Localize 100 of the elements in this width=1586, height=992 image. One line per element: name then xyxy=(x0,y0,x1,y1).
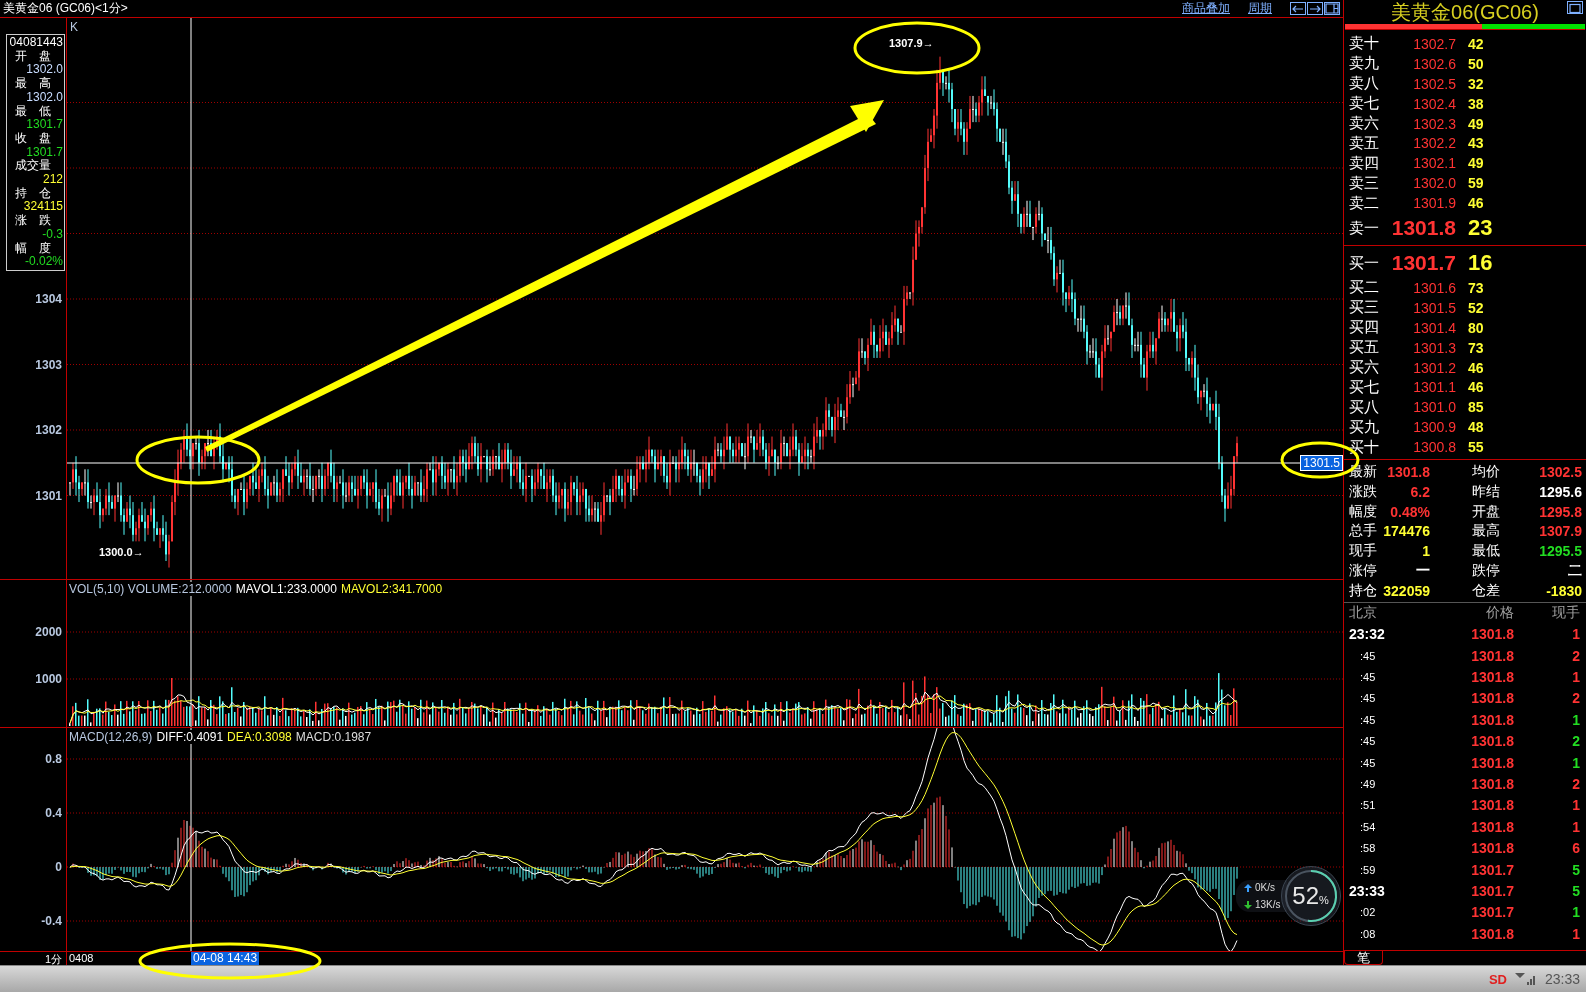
order-price: 1302.2 xyxy=(1412,135,1456,152)
column-header: 北京 xyxy=(1348,604,1378,623)
order-price: 1302.3 xyxy=(1412,115,1456,132)
stat-label: 持仓 xyxy=(1348,580,1378,600)
order-level-label: 买四 xyxy=(1348,318,1380,338)
field-value: 1302.0 xyxy=(25,90,64,105)
trade-price: 1301.8 xyxy=(1470,925,1514,942)
stat-label: 仓差 xyxy=(1471,580,1501,600)
right-arrow-icon xyxy=(1308,3,1322,14)
order-price: 1302.6 xyxy=(1412,55,1456,72)
order-volume: 16 xyxy=(1467,250,1494,276)
order-level-label: 卖五 xyxy=(1348,133,1380,153)
left-arrow-button[interactable] xyxy=(1290,2,1306,15)
axis-label: 1302 xyxy=(35,423,62,437)
field-value: 324115 xyxy=(22,200,64,214)
trade-time: :45 xyxy=(1359,735,1377,748)
stat-value: 0.48% xyxy=(1389,502,1430,522)
order-level-label: 买一 xyxy=(1348,253,1380,273)
field-label: 开 盘 xyxy=(14,49,52,64)
trade-price: 1301.7 xyxy=(1470,904,1514,921)
stat-label: 均价 xyxy=(1471,462,1501,481)
signal-icon xyxy=(1514,973,1537,985)
order-price: 1301.1 xyxy=(1412,379,1456,396)
order-level-label: 买八 xyxy=(1348,397,1380,417)
order-price: 1301.5 xyxy=(1412,299,1456,316)
field-label: 持 仓 xyxy=(14,186,52,201)
order-volume: 43 xyxy=(1467,135,1485,152)
stat-value: 1307.9 xyxy=(1538,522,1583,542)
stat-label: 涨停 xyxy=(1348,561,1378,580)
usage-percent: 52 xyxy=(1292,882,1320,910)
stat-label: 开盘 xyxy=(1471,501,1501,521)
toolbar-link[interactable]: 周期 xyxy=(1248,0,1272,17)
legend-text: MAVOL1:233.0000 xyxy=(235,582,337,596)
percent-sign: % xyxy=(1319,894,1329,906)
trade-time: :45 xyxy=(1359,713,1377,726)
clock-text: 23:33 xyxy=(1544,971,1580,987)
order-volume: 49 xyxy=(1467,155,1485,172)
order-level-label: 卖七 xyxy=(1348,94,1380,114)
order-price: 1302.4 xyxy=(1412,95,1456,112)
order-price: 1301.3 xyxy=(1412,339,1456,356)
trade-volume: 1 xyxy=(1571,669,1581,686)
order-level-label: 卖六 xyxy=(1348,114,1380,133)
upload-speed: 0K/s xyxy=(1255,882,1275,893)
download-speed: 13K/s xyxy=(1255,899,1281,910)
stat-value: -1830 xyxy=(1545,581,1583,601)
field-label: 幅 度 xyxy=(14,241,52,256)
order-level-label: 卖二 xyxy=(1348,193,1380,213)
trade-price: 1301.8 xyxy=(1470,776,1514,793)
trade-price: 1301.8 xyxy=(1470,754,1514,771)
cursor-price-label: 1301.5 xyxy=(1300,455,1343,471)
trade-volume: 1 xyxy=(1571,754,1581,771)
trade-time: :45 xyxy=(1359,671,1377,684)
trade-volume: 1 xyxy=(1571,904,1581,921)
trade-time: :49 xyxy=(1359,778,1377,791)
order-level-label: 买九 xyxy=(1348,417,1380,437)
order-level-label: 买三 xyxy=(1348,298,1380,318)
trade-time: :59 xyxy=(1359,863,1377,876)
axis-label: 0.8 xyxy=(45,752,62,766)
instrument-title: 美黄金06(GC06) xyxy=(1391,0,1539,25)
trade-time: 23:33 xyxy=(1348,883,1386,899)
trades-tab[interactable]: 笔 xyxy=(1344,951,1383,965)
axis-label: 1000 xyxy=(35,672,62,686)
stat-label: 幅度 xyxy=(1348,501,1378,521)
field-value: -0.02% xyxy=(23,255,64,269)
axis-label: 1303 xyxy=(35,357,62,372)
trade-time: 23:32 xyxy=(1348,626,1386,643)
memory-usage-gauge[interactable]: 52% xyxy=(1280,866,1341,926)
order-volume: 48 xyxy=(1467,419,1485,436)
field-value: -0.3 xyxy=(41,227,64,242)
period-label: 1分 xyxy=(43,952,63,967)
stat-label: 昨结 xyxy=(1471,481,1501,501)
trade-volume: 2 xyxy=(1571,733,1581,750)
order-price: 1302.0 xyxy=(1412,175,1456,192)
price-marker: 1300.0→ xyxy=(99,546,144,558)
trade-time: :08 xyxy=(1359,927,1377,940)
order-level-label: 买七 xyxy=(1348,377,1380,397)
toolbar-link[interactable]: 商品叠加 xyxy=(1182,0,1230,17)
stat-label: 现手 xyxy=(1348,541,1378,561)
trade-time: :58 xyxy=(1359,842,1377,855)
trade-volume: 1 xyxy=(1571,626,1581,643)
trade-price: 1301.7 xyxy=(1470,861,1514,878)
order-level-label: 买二 xyxy=(1348,278,1380,298)
order-volume: 55 xyxy=(1467,439,1485,456)
maximize-button[interactable] xyxy=(1567,1,1583,14)
split-panel-button[interactable] xyxy=(1324,2,1340,15)
order-volume: 49 xyxy=(1467,115,1485,132)
down-arrow-icon xyxy=(1244,900,1252,909)
column-header: 现手 xyxy=(1551,604,1581,623)
stat-value: 322059 xyxy=(1382,581,1430,601)
field-value: 1301.7 xyxy=(25,118,64,132)
stat-value: 174476 xyxy=(1382,522,1430,542)
order-price: 1301.8 xyxy=(1390,216,1456,240)
stat-value: 一 xyxy=(1415,561,1430,580)
order-price: 1302.5 xyxy=(1412,75,1456,92)
trade-volume: 2 xyxy=(1571,690,1581,707)
order-level-label: 卖四 xyxy=(1348,153,1380,173)
order-volume: 50 xyxy=(1467,55,1485,72)
column-header: 价格 xyxy=(1485,604,1514,623)
trade-time: :45 xyxy=(1359,649,1377,662)
right-arrow-button[interactable] xyxy=(1307,2,1323,15)
